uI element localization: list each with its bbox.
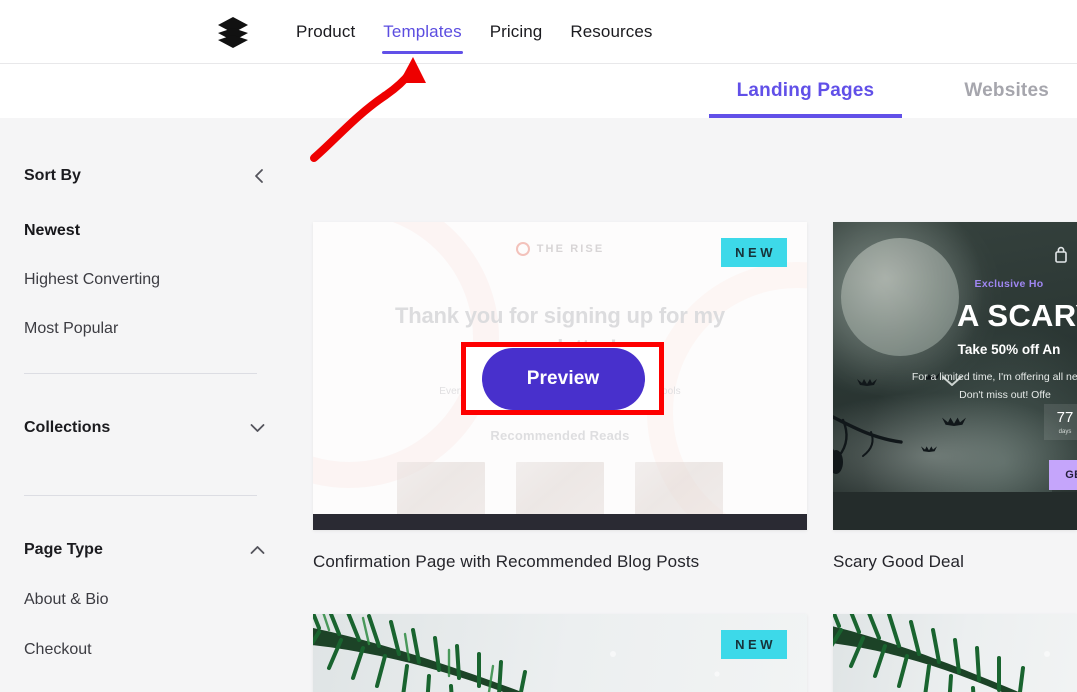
sort-option-newest[interactable]: Newest bbox=[24, 223, 266, 239]
preview-eyebrow: Exclusive Ho bbox=[974, 278, 1044, 290]
sort-by-label: Sort By bbox=[24, 167, 81, 184]
countdown-timer: 77 days 0 hours bbox=[1044, 404, 1077, 440]
countdown-value: 77 bbox=[1056, 408, 1074, 426]
template-thumbnail[interactable]: NEW THE RISE Thank you for signing up fo… bbox=[313, 222, 807, 530]
countdown-unit-days: 77 days bbox=[1044, 404, 1077, 440]
page-type-section-header[interactable]: Page Type bbox=[24, 541, 266, 559]
preview-footer-bar bbox=[313, 514, 807, 530]
chevron-down-icon[interactable] bbox=[249, 422, 266, 434]
template-preview-halloween: Exclusive Ho A SCARY G Take 50% off An F… bbox=[833, 222, 1077, 530]
chevron-up-icon[interactable] bbox=[249, 544, 266, 556]
tab-websites[interactable]: Websites bbox=[936, 64, 1077, 118]
post-thumbnail bbox=[516, 462, 604, 518]
collections-section-header[interactable]: Collections bbox=[24, 419, 266, 437]
nav-link-pricing[interactable]: Pricing bbox=[489, 2, 544, 62]
new-badge: NEW bbox=[721, 630, 787, 659]
preview-button-highlight: Preview bbox=[461, 342, 664, 415]
template-thumbnail[interactable]: Exclusive Ho A SCARY G Take 50% off An F… bbox=[833, 222, 1077, 530]
post-thumbnail bbox=[635, 462, 723, 518]
filter-sidebar: Sort By Newest Highest Converting Most P… bbox=[0, 118, 290, 692]
page-type-label: Page Type bbox=[24, 541, 103, 558]
templates-page: Product Templates Pricing Resources Land… bbox=[0, 0, 1077, 692]
pine-branch-image bbox=[833, 614, 1050, 692]
post-thumbnail bbox=[397, 462, 485, 518]
sort-by-header[interactable]: Sort By bbox=[24, 167, 266, 185]
body-line: Don't miss out! Offe bbox=[959, 389, 1051, 402]
page-type-checkout[interactable]: Checkout bbox=[24, 642, 266, 658]
top-navigation-bar: Product Templates Pricing Resources bbox=[0, 0, 1077, 64]
preview-body-text: For a limited time, I'm offering all new… bbox=[835, 368, 1077, 405]
template-card-scary-good-deal[interactable]: Exclusive Ho A SCARY G Take 50% off An F… bbox=[833, 222, 1077, 572]
preview-footer-bar bbox=[833, 492, 1077, 530]
template-card-winter-right[interactable] bbox=[833, 614, 1077, 692]
lock-icon bbox=[1055, 246, 1067, 268]
template-title: Scary Good Deal bbox=[833, 552, 964, 571]
page-type-about-bio[interactable]: About & Bio bbox=[24, 592, 266, 608]
template-grid: NEW THE RISE Thank you for signing up fo… bbox=[313, 118, 1077, 692]
moon-icon bbox=[841, 238, 959, 356]
sidebar-divider bbox=[24, 495, 257, 496]
template-title: Confirmation Page with Recommended Blog … bbox=[313, 552, 700, 571]
body-line: For a limited time, I'm offering all new… bbox=[911, 371, 1077, 383]
template-category-tabs: Landing Pages Websites bbox=[708, 64, 1077, 118]
template-card-winter-left[interactable]: NEW bbox=[313, 614, 807, 692]
template-thumbnail[interactable] bbox=[833, 614, 1077, 692]
countdown-label: days bbox=[1058, 428, 1072, 435]
leadpages-layers-logo[interactable] bbox=[214, 13, 252, 51]
collections-label: Collections bbox=[24, 419, 111, 436]
content-area: Sort By Newest Highest Converting Most P… bbox=[0, 118, 1077, 692]
sort-option-highest-converting[interactable]: Highest Converting bbox=[24, 272, 266, 288]
headline-part-white: A SCARY bbox=[956, 298, 1077, 333]
template-preview-winter bbox=[833, 614, 1077, 692]
template-card-confirmation-page[interactable]: NEW THE RISE Thank you for signing up fo… bbox=[313, 222, 807, 572]
new-badge: NEW bbox=[721, 238, 787, 267]
sort-option-most-popular[interactable]: Most Popular bbox=[24, 321, 266, 337]
preview-subheadline: Take 50% off An bbox=[957, 342, 1061, 357]
nav-link-resources[interactable]: Resources bbox=[569, 2, 653, 62]
nav-link-product[interactable]: Product bbox=[295, 2, 356, 62]
template-thumbnail[interactable]: NEW bbox=[313, 614, 807, 692]
primary-nav-links: Product Templates Pricing Resources bbox=[295, 0, 654, 64]
preview-button[interactable]: Preview bbox=[481, 347, 645, 410]
preview-section-title: Recommended Reads bbox=[490, 428, 630, 443]
preview-cta-button[interactable]: GET 5 bbox=[1049, 460, 1077, 490]
circle-mark-icon bbox=[515, 242, 530, 256]
bat-icon bbox=[942, 410, 966, 430]
sidebar-divider bbox=[24, 373, 257, 374]
preview-brand-name: THE RISE bbox=[536, 243, 605, 255]
tab-landing-pages[interactable]: Landing Pages bbox=[708, 64, 903, 118]
bat-icon bbox=[921, 440, 937, 454]
nav-link-templates[interactable]: Templates bbox=[382, 2, 464, 62]
preview-headline: A SCARY G bbox=[833, 298, 1077, 334]
chevron-left-icon[interactable] bbox=[253, 168, 266, 184]
sub-navigation-bar: Landing Pages Websites bbox=[0, 64, 1077, 118]
